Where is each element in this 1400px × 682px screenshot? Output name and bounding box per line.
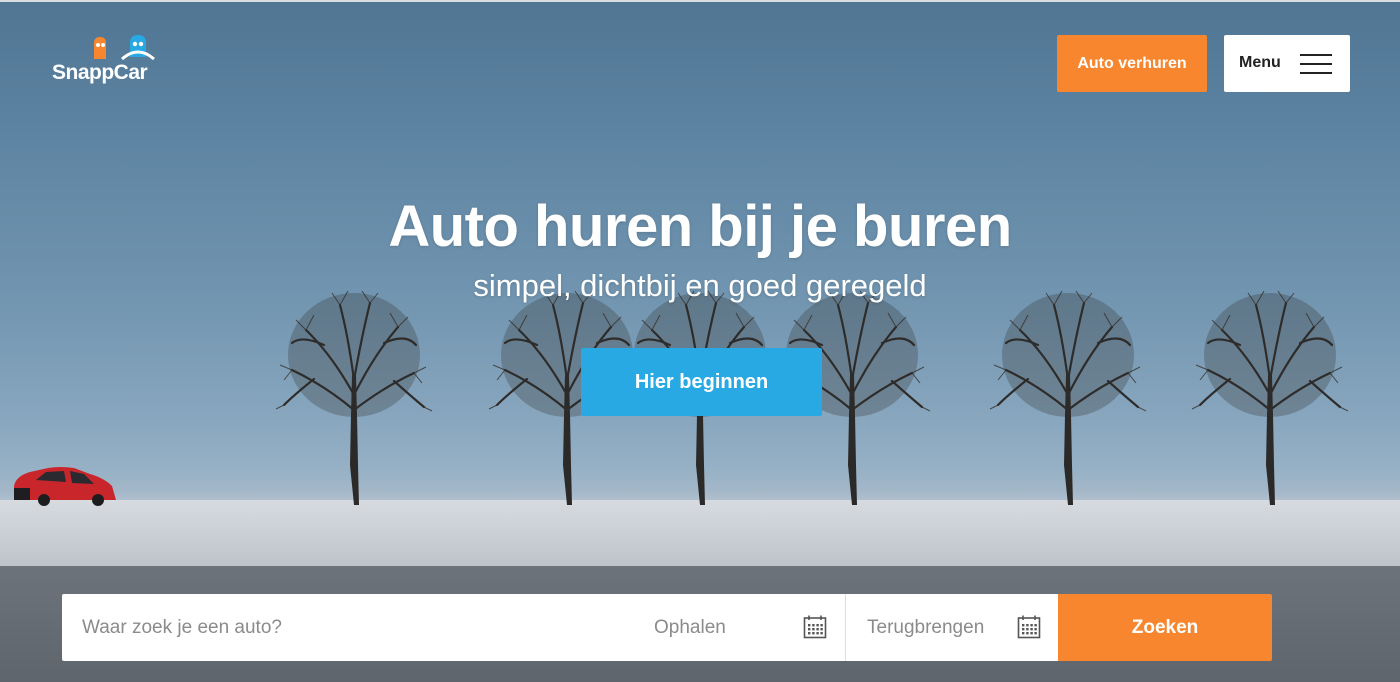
rent-out-car-button[interactable]: Auto verhuren [1057,35,1207,92]
calendar-icon[interactable] [803,615,827,639]
hero-title: Auto huren bij je buren [388,194,1012,259]
calendar-icon[interactable] [1017,615,1041,639]
logo-wordmark: SnappCar [52,61,148,84]
get-started-button[interactable]: Hier beginnen [581,348,822,416]
location-field [62,594,633,661]
red-car [14,467,116,506]
hero-background [0,0,1400,682]
pickup-date-field [633,594,846,661]
tree-6 [1190,289,1350,507]
snappcar-logo[interactable]: SnappCar [52,33,192,89]
search-form: Zoeken [62,594,1341,661]
search-button[interactable]: Zoeken [1058,594,1272,661]
logo-mascots-icon [94,35,155,61]
hero-subtitle: simpel, dichtbij en goed geregeld [473,268,927,303]
tree-5 [988,289,1148,507]
menu-label: Menu [1239,54,1281,71]
menu-button[interactable]: Menu [1224,35,1350,92]
return-date-field [846,594,1058,661]
landscape-illustration [14,289,1350,507]
location-input[interactable] [62,594,633,661]
page: SnappCar Auto verhuren Menu Auto huren b… [0,0,1400,682]
hamburger-icon [1300,52,1332,76]
tree-1 [274,289,434,507]
